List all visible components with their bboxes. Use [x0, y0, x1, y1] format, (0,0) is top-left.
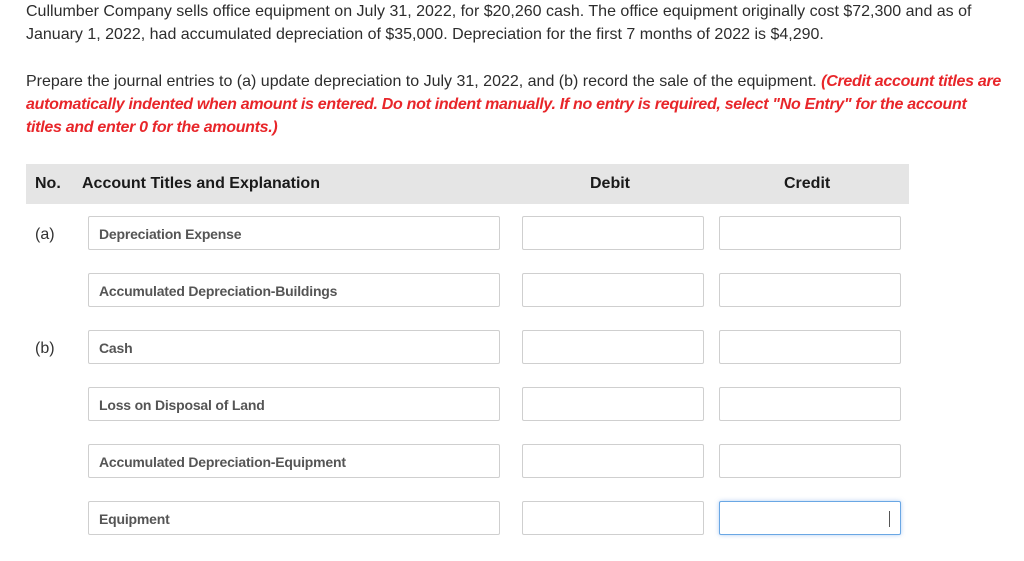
- table-header: No. Account Titles and Explanation Debit…: [26, 164, 909, 204]
- account-title-input[interactable]: Accumulated Depreciation-Equipment: [88, 444, 500, 478]
- problem-statement: Cullumber Company sells office equipment…: [26, 3, 972, 43]
- debit-input[interactable]: [522, 501, 704, 535]
- header-no: No.: [35, 175, 61, 192]
- header-credit: Credit: [784, 175, 831, 192]
- debit-input[interactable]: [522, 330, 704, 364]
- header-debit: Debit: [590, 175, 630, 192]
- entry-label: (a): [35, 226, 55, 243]
- debit-input[interactable]: [522, 387, 704, 421]
- debit-input[interactable]: [522, 273, 704, 307]
- account-title-input[interactable]: Cash: [88, 330, 500, 364]
- credit-input-focused[interactable]: [719, 501, 901, 535]
- instruction-text: Prepare the journal entries to (a) updat…: [26, 73, 817, 90]
- entry-label: (b): [35, 340, 55, 357]
- account-title-input[interactable]: Equipment: [88, 501, 500, 535]
- credit-input[interactable]: [719, 216, 901, 250]
- credit-input[interactable]: [719, 387, 901, 421]
- account-title-input[interactable]: Loss on Disposal of Land: [88, 387, 500, 421]
- credit-input[interactable]: [719, 330, 901, 364]
- header-account: Account Titles and Explanation: [82, 175, 320, 192]
- debit-input[interactable]: [522, 216, 704, 250]
- text-caret: [889, 511, 890, 527]
- account-title-input[interactable]: Depreciation Expense: [88, 216, 500, 250]
- debit-input[interactable]: [522, 444, 704, 478]
- credit-input[interactable]: [719, 273, 901, 307]
- account-title-input[interactable]: Accumulated Depreciation-Buildings: [88, 273, 500, 307]
- credit-input[interactable]: [719, 444, 901, 478]
- instructions: Prepare the journal entries to (a) updat…: [26, 70, 1006, 139]
